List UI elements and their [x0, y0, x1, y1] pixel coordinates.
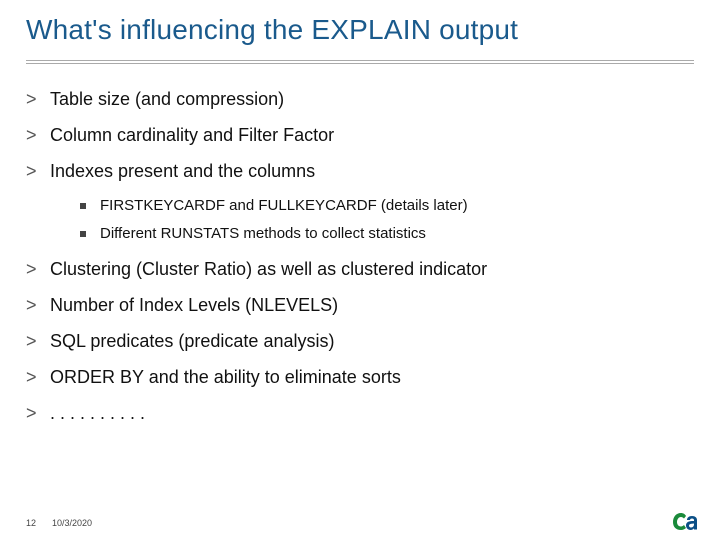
chevron-icon: > [26, 88, 40, 110]
bullet-text: Number of Index Levels (NLEVELS) [50, 294, 338, 316]
slide-body: > Table size (and compression) > Column … [0, 64, 720, 424]
bullet-item: > . . . . . . . . . . [26, 402, 694, 424]
chevron-icon: > [26, 366, 40, 388]
chevron-icon: > [26, 294, 40, 316]
page-number: 12 [26, 518, 36, 528]
bullet-text: ORDER BY and the ability to eliminate so… [50, 366, 401, 388]
bullet-text: . . . . . . . . . . [50, 402, 145, 424]
bullet-text: Indexes present and the columns [50, 160, 315, 182]
chevron-icon: > [26, 160, 40, 182]
bullet-text: Clustering (Cluster Ratio) as well as cl… [50, 258, 487, 280]
bullet-text: Column cardinality and Filter Factor [50, 124, 334, 146]
footer-date: 10/3/2020 [52, 518, 92, 528]
bullet-item: > Indexes present and the columns [26, 160, 694, 182]
bullet-text: SQL predicates (predicate analysis) [50, 330, 334, 352]
sub-bullet-text: FIRSTKEYCARDF and FULLKEYCARDF (details … [100, 196, 468, 216]
bullet-item: > Clustering (Cluster Ratio) as well as … [26, 258, 694, 280]
square-bullet-icon [80, 203, 86, 209]
footer: 12 10/3/2020 [26, 518, 92, 528]
bullet-item: > ORDER BY and the ability to eliminate … [26, 366, 694, 388]
sub-bullet-item: FIRSTKEYCARDF and FULLKEYCARDF (details … [80, 196, 694, 216]
square-bullet-icon [80, 231, 86, 237]
chevron-icon: > [26, 258, 40, 280]
bullet-item: > Column cardinality and Filter Factor [26, 124, 694, 146]
chevron-icon: > [26, 124, 40, 146]
bullet-item: > Number of Index Levels (NLEVELS) [26, 294, 694, 316]
bullet-item: > Table size (and compression) [26, 88, 694, 110]
chevron-icon: > [26, 402, 40, 424]
ca-logo-icon [670, 508, 698, 532]
bullet-item: > SQL predicates (predicate analysis) [26, 330, 694, 352]
sub-bullet-item: Different RUNSTATS methods to collect st… [80, 224, 694, 244]
chevron-icon: > [26, 330, 40, 352]
bullet-text: Table size (and compression) [50, 88, 284, 110]
slide: What's influencing the EXPLAIN output > … [0, 0, 720, 540]
slide-title: What's influencing the EXPLAIN output [0, 0, 720, 54]
sub-bullet-text: Different RUNSTATS methods to collect st… [100, 224, 426, 244]
